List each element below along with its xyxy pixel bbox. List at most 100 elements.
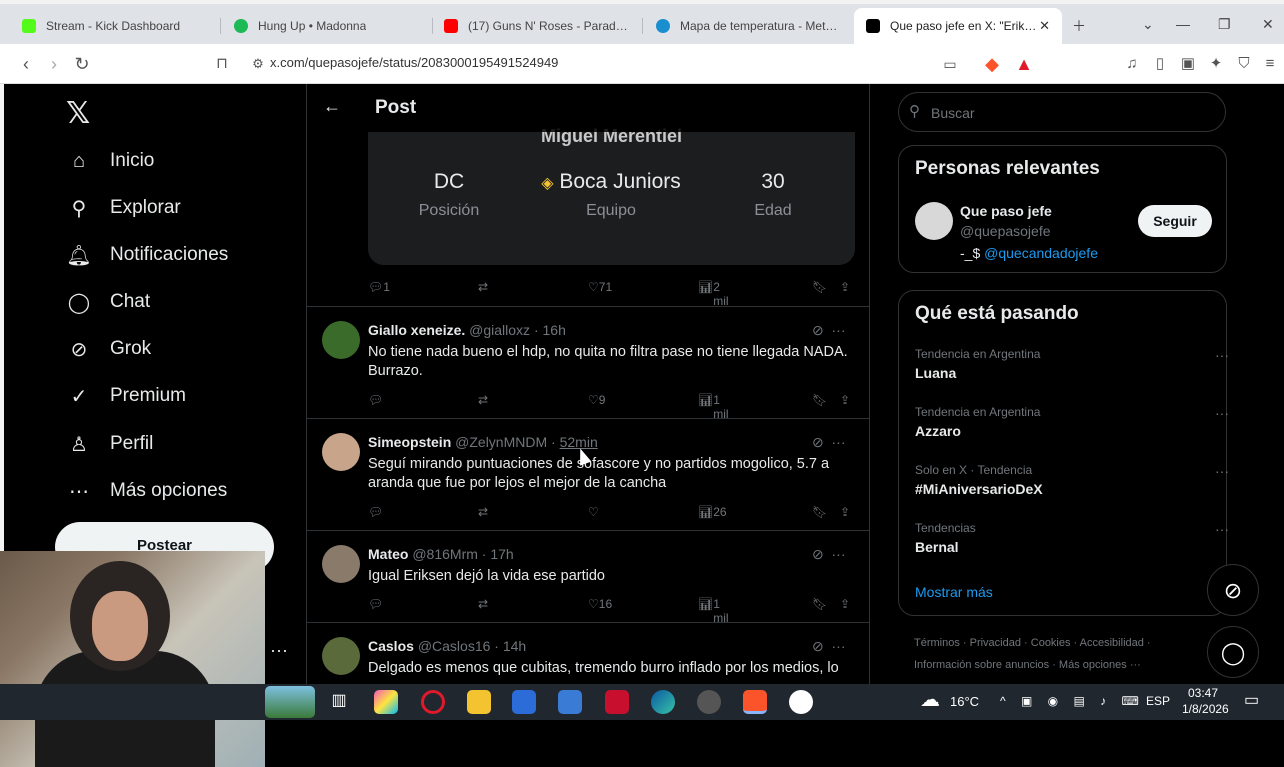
copilot-icon[interactable] xyxy=(374,690,398,714)
reply-action[interactable]: 💬︎ 1 xyxy=(368,280,390,294)
sidebar-icon[interactable]: ▯ xyxy=(1148,52,1172,76)
trend-item[interactable]: Tendencia en Argentina Luana ··· xyxy=(915,347,1229,381)
widgets-icon[interactable] xyxy=(265,686,315,718)
edge-icon[interactable] xyxy=(651,690,675,714)
bookmark-icon[interactable]: 🔖︎ xyxy=(812,597,827,611)
follow-button[interactable]: Seguir xyxy=(1138,205,1212,237)
vpn-icon[interactable]: ⛉ xyxy=(1232,52,1256,76)
temperature[interactable]: 16°C xyxy=(950,694,979,709)
wallet-icon[interactable]: ▣ xyxy=(1176,52,1200,76)
repost-icon[interactable]: ⇄ xyxy=(478,597,488,611)
repost-icon[interactable]: ⇄ xyxy=(478,505,488,519)
nav-mas-opciones[interactable]: ⋯ Más opciones xyxy=(66,475,227,507)
person-name[interactable]: Que paso jefe xyxy=(960,203,1052,219)
nav-explorar[interactable]: ⚲ Explorar xyxy=(66,192,181,224)
nav-inicio[interactable]: ⌂ Inicio xyxy=(66,145,154,177)
grok-explain-icon[interactable]: ⊘ ··· xyxy=(812,546,846,563)
file-explorer-icon[interactable] xyxy=(467,690,491,714)
trend-item[interactable]: Tendencias Bernal ··· xyxy=(915,521,1229,555)
url-text[interactable]: x.com/quepasojefe/status/208300019549152… xyxy=(270,55,558,70)
bookmark-icon[interactable]: ⊓ xyxy=(210,52,234,76)
tray-icons[interactable]: ^ ▣ ◉ ▤ ♪ ⌨ xyxy=(1000,694,1145,708)
leo-icon[interactable]: ✦ xyxy=(1204,52,1228,76)
mail-icon[interactable] xyxy=(512,690,536,714)
close-window-icon[interactable]: ✕ xyxy=(1262,16,1274,33)
avatar[interactable] xyxy=(322,433,360,471)
media-icon[interactable]: ♫ xyxy=(1120,52,1144,76)
nav-grok[interactable]: ⊘ Grok xyxy=(66,333,152,365)
footer-links[interactable]: Términos · Privacidad · Cookies · Accesi… xyxy=(914,637,1151,649)
views-action[interactable]: 📊︎ 2 mil xyxy=(698,280,729,308)
nav-notificaciones[interactable]: 🔔︎ Notificaciones xyxy=(66,239,228,271)
tab-kick[interactable]: Stream - Kick Dashboard xyxy=(10,8,220,44)
tab-x-post[interactable]: Que paso jefe en X: "Eriksen ✕ xyxy=(854,8,1062,44)
grok-explain-icon[interactable]: ⊘ ··· xyxy=(812,322,846,339)
clock-date[interactable]: 1/8/2026 xyxy=(1182,702,1229,716)
share-icon[interactable]: ⇪ xyxy=(840,597,850,611)
minimize-icon[interactable]: — xyxy=(1176,16,1190,32)
like-action[interactable]: ♡ 71 xyxy=(588,280,612,294)
tab-youtube[interactable]: (17) Guns N' Roses - Paradise Cit xyxy=(432,8,642,44)
x-logo-icon[interactable]: 𝕏 xyxy=(66,96,90,131)
obs-icon[interactable] xyxy=(697,690,721,714)
chat-fab-icon[interactable]: ◯ xyxy=(1207,626,1259,678)
trend-item[interactable]: Tendencia en Argentina Azzaro ··· xyxy=(915,405,1229,439)
trend-item[interactable]: Solo en X · Tendencia #MiAniversarioDeX ··… xyxy=(915,463,1229,497)
share-icon[interactable]: ⇪ xyxy=(840,393,850,407)
views-action[interactable]: 📊︎ 26 xyxy=(698,505,727,519)
forward-icon[interactable]: › xyxy=(42,52,66,76)
reply-2[interactable]: Simeopstein @ZelynMNDM · 52min ⊘ ··· Seg… xyxy=(307,418,869,530)
weather-icon[interactable]: ☁ xyxy=(920,687,940,712)
reply-1[interactable]: Giallo xeneize. @gialloxz · 16h ⊘ ··· No… xyxy=(307,306,869,421)
reply-icon[interactable]: 💬︎ xyxy=(368,393,383,407)
like-icon[interactable]: ♡ xyxy=(588,505,599,519)
reply-icon[interactable]: 💬︎ xyxy=(368,597,383,611)
notifications-icon[interactable]: ▭ xyxy=(1244,690,1259,710)
account-menu-icon[interactable]: ··· xyxy=(270,640,288,661)
tab-spotify[interactable]: Hung Up • Madonna xyxy=(222,8,432,44)
clock-time[interactable]: 03:47 xyxy=(1188,686,1218,700)
grok-explain-icon[interactable]: ⊘ ··· xyxy=(812,638,846,655)
brave-icon[interactable] xyxy=(743,690,767,714)
maximize-icon[interactable]: ❐ xyxy=(1218,16,1231,33)
avatar[interactable] xyxy=(322,321,360,359)
app-icon-2[interactable] xyxy=(789,690,813,714)
reply-3[interactable]: Mateo @816Mrm · 17h ⊘ ··· Igual Eriksen … xyxy=(307,530,869,625)
tab-search-icon[interactable]: ⌄ xyxy=(1142,16,1154,33)
app-icon[interactable] xyxy=(605,690,629,714)
reply-icon[interactable]: 💬︎ xyxy=(368,505,383,519)
grok-fab-icon[interactable]: ⊘ xyxy=(1207,564,1259,616)
nav-perfil[interactable]: ♙ Perfil xyxy=(66,428,153,460)
bookmark-icon[interactable]: 🔖︎ xyxy=(812,505,827,519)
back-icon[interactable]: ‹ xyxy=(14,52,38,76)
views-action[interactable]: 📊︎ 1 mil xyxy=(698,393,729,421)
footer-links-2[interactable]: Información sobre anuncios · Más opcione… xyxy=(914,659,1141,671)
task-view-icon[interactable]: ▥ xyxy=(327,690,351,714)
site-info-icon[interactable]: ⚙ xyxy=(246,52,270,76)
repost-icon[interactable]: ⇄ xyxy=(478,280,488,294)
views-action[interactable]: 📊︎ 1 mil xyxy=(698,597,729,625)
show-more-link[interactable]: Mostrar más xyxy=(915,584,993,600)
avatar[interactable] xyxy=(322,637,360,675)
nav-chat[interactable]: ◯ Chat xyxy=(66,286,150,318)
brave-shield-icon[interactable]: ◆ xyxy=(980,52,1004,76)
language[interactable]: ESP xyxy=(1146,694,1170,708)
like-action[interactable]: ♡ 16 xyxy=(588,597,612,611)
share-icon[interactable]: ⇪ xyxy=(840,505,850,519)
avatar[interactable] xyxy=(322,545,360,583)
menu-icon[interactable]: ≡ xyxy=(1258,52,1282,76)
grok-explain-icon[interactable]: ⊘ ··· xyxy=(812,434,846,451)
avatar[interactable] xyxy=(915,202,953,240)
brave-rewards-icon[interactable]: ▲ xyxy=(1012,52,1036,76)
repost-icon[interactable]: ⇄ xyxy=(478,393,488,407)
close-tab-icon[interactable]: ✕ xyxy=(1039,18,1050,34)
reload-icon[interactable]: ↻ xyxy=(70,52,94,76)
tab-meteored[interactable]: Mapa de temperatura - Meteore xyxy=(644,8,854,44)
new-tab-icon[interactable]: ＋ xyxy=(1072,16,1086,36)
search-input[interactable]: ⚲ Buscar xyxy=(898,92,1226,132)
bookmark-icon[interactable]: 🔖︎ xyxy=(812,393,827,407)
nav-premium[interactable]: ✓ Premium xyxy=(66,380,186,412)
cast-icon[interactable]: ▭ xyxy=(938,52,962,76)
bookmark-icon[interactable]: 🔖︎ xyxy=(812,280,827,294)
store-icon[interactable] xyxy=(558,690,582,714)
